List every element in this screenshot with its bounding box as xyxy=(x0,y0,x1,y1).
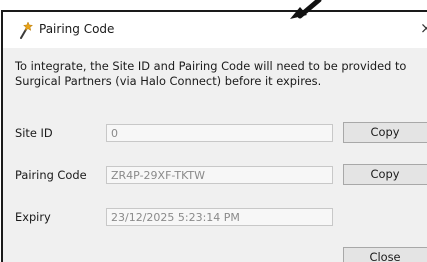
arrow-pointer-icon xyxy=(290,0,322,19)
instructions-text: To integrate, the Site ID and Pairing Co… xyxy=(15,59,407,88)
pairing-code-dialog: Pairing Code × To integrate, the Site ID… xyxy=(1,10,427,262)
pairing-code-field[interactable]: ZR4P-29XF-TKTW xyxy=(106,166,333,184)
copy-pairing-code-button[interactable]: Copy xyxy=(343,164,427,185)
expiry-label: Expiry xyxy=(15,210,51,224)
page: Pairing Code × To integrate, the Site ID… xyxy=(0,0,427,262)
site-id-field[interactable]: 0 xyxy=(106,124,333,142)
dialog-title: Pairing Code xyxy=(39,22,115,36)
site-id-label: Site ID xyxy=(15,126,53,140)
expiry-field[interactable]: 23/12/2025 5:23:14 PM xyxy=(106,208,333,226)
dialog-body: To integrate, the Site ID and Pairing Co… xyxy=(3,48,427,262)
pairing-code-label: Pairing Code xyxy=(15,168,87,182)
close-button[interactable]: Close xyxy=(343,247,427,262)
copy-site-id-button[interactable]: Copy xyxy=(343,122,427,143)
wand-icon xyxy=(20,21,33,39)
